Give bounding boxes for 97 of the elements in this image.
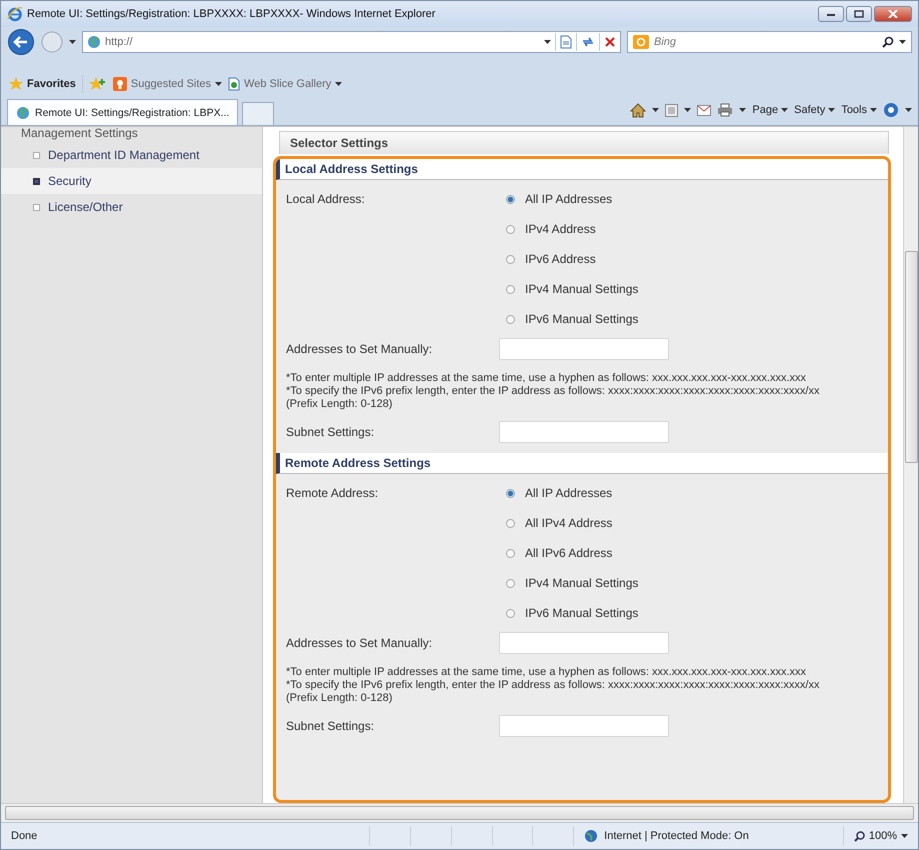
section-heading: Remote Address Settings	[276, 453, 888, 474]
add-favorite-icon[interactable]	[88, 77, 107, 91]
radio-option[interactable]: IPv6 Manual Settings	[499, 304, 638, 334]
radio-option[interactable]: All IPv4 Address	[499, 508, 638, 538]
favorites-link[interactable]: Web Slice Gallery	[228, 77, 342, 91]
page-icon[interactable]	[560, 35, 572, 49]
field-label: Addresses to Set Manually:	[286, 636, 434, 650]
search-icon[interactable]	[882, 36, 894, 48]
radio-button[interactable]	[506, 254, 515, 264]
caret-icon[interactable]	[69, 40, 76, 44]
caret-icon[interactable]	[544, 40, 551, 44]
search-input[interactable]: Bing	[654, 36, 877, 48]
radio-button[interactable]	[506, 518, 515, 528]
caret-icon[interactable]	[215, 82, 222, 86]
globe-icon	[584, 829, 598, 843]
field-label: Subnet Settings:	[286, 425, 376, 439]
radio-button[interactable]	[506, 194, 515, 204]
caret-icon[interactable]	[781, 108, 788, 112]
radio-button[interactable]	[506, 578, 515, 588]
field-label: Addresses to Set Manually:	[286, 342, 434, 356]
caret-icon[interactable]	[335, 82, 342, 86]
page-title-bar: Selector Settings	[279, 131, 889, 154]
menu-button[interactable]: Tools	[841, 104, 877, 116]
mail-icon[interactable]	[697, 104, 712, 116]
menu-button[interactable]: Page	[752, 104, 788, 116]
input-field[interactable]	[499, 715, 669, 737]
note-text: *To specify the IPv6 prefix length, enter the IP address as follows: xxxx:xxxx:xxxx:xxxx:xxxx:xxxx:xxxx:xxxx/xx (Prefix Length: 0-128)	[286, 679, 820, 705]
printer-icon[interactable]	[717, 103, 734, 117]
favorites-button[interactable]: Favorites	[9, 77, 76, 91]
radio-button[interactable]	[506, 224, 515, 234]
radio-button[interactable]	[506, 314, 515, 324]
bullet-icon	[33, 204, 40, 210]
window-title: Remote UI: Settings/Registration: LBPXXXX: LBPXXXX- Windows Internet Explorer	[27, 8, 436, 20]
caret-icon[interactable]	[901, 834, 908, 838]
input-field[interactable]	[499, 632, 669, 654]
radio-option[interactable]: All IP Addresses	[499, 184, 638, 214]
radio-option[interactable]: All IPv6 Address	[499, 538, 638, 568]
browser-tab[interactable]: Remote UI: Settings/Registration: LBPX...	[7, 99, 238, 125]
radio-option[interactable]: IPv4 Manual Settings	[499, 568, 638, 598]
note-text: *To enter multiple IP addresses at the same time, use a hyphen as follows: xxx.xxx.xxx.xxx-xxx.xxx.xxx.xxx	[286, 372, 808, 385]
minimize-icon	[826, 11, 836, 17]
bullet-icon	[33, 178, 40, 184]
input-field[interactable]	[499, 338, 669, 360]
note-text: *To specify the IPv6 prefix length, enter the IP address as follows: xxxx:xxxx:xxxx:xxxx:xxxx:xxxx:xxxx:xxxx/xx (Prefix Length: 0-128)	[286, 385, 820, 411]
menu-button[interactable]: Safety	[794, 104, 836, 116]
field-label: Subnet Settings:	[286, 719, 376, 733]
caret-icon[interactable]	[652, 108, 660, 112]
sidebar-heading: Management Settings	[21, 127, 139, 140]
vertical-scrollbar[interactable]	[903, 127, 918, 803]
globe-icon	[87, 35, 101, 49]
stop-icon[interactable]	[604, 36, 616, 48]
radio-option[interactable]: IPv6 Manual Settings	[499, 598, 638, 628]
horizontal-scrollbar[interactable]	[1, 803, 918, 822]
home-icon[interactable]	[630, 102, 646, 118]
globe-icon	[16, 106, 30, 120]
sidebar-item[interactable]: Security	[1, 168, 262, 194]
radio-option[interactable]: IPv6 Address	[499, 244, 638, 274]
browser-logo-icon	[7, 6, 23, 22]
caret-icon[interactable]	[870, 108, 877, 112]
status-text: Done	[10, 830, 38, 842]
radio-button[interactable]	[506, 548, 515, 558]
sidebar-item[interactable]: Department ID Management	[1, 142, 262, 168]
address-bar[interactable]: http://	[82, 31, 621, 53]
security-zone-text: Internet | Protected Mode: On	[604, 830, 749, 842]
note-text: *To enter multiple IP addresses at the same time, use a hyphen as follows: xxx.xxx.xxx.xxx-xxx.xxx.xxx.xxx	[286, 666, 808, 679]
input-field[interactable]	[499, 421, 669, 443]
radio-button[interactable]	[506, 608, 515, 618]
radio-button[interactable]	[506, 488, 515, 498]
favorites-link[interactable]: Suggested Sites	[112, 77, 222, 91]
web-slice-icon	[228, 77, 240, 91]
search-provider-icon	[633, 35, 649, 49]
maximize-button[interactable]	[846, 6, 872, 22]
caret-icon[interactable]	[905, 108, 912, 112]
caret-icon[interactable]	[828, 108, 836, 112]
section-heading: Local Address Settings	[276, 159, 888, 180]
field-label: Local Address:	[286, 191, 366, 206]
radio-button[interactable]	[506, 284, 515, 294]
bullet-icon	[33, 152, 40, 158]
back-button-icon[interactable]	[7, 28, 35, 56]
search-field[interactable]: Bing	[627, 31, 912, 53]
close-icon	[888, 10, 898, 18]
star-icon	[9, 77, 23, 91]
lightbulb-icon	[112, 77, 127, 91]
caret-icon[interactable]	[739, 108, 746, 112]
maximize-icon	[854, 10, 864, 18]
radio-option[interactable]: All IP Addresses	[499, 478, 638, 508]
minimize-button[interactable]	[818, 6, 844, 22]
caret-icon[interactable]	[684, 108, 692, 112]
sidebar-item[interactable]: License/Other	[1, 194, 262, 220]
field-label: Remote Address:	[286, 485, 380, 500]
caret-icon[interactable]	[899, 40, 906, 44]
refresh-icon[interactable]	[581, 36, 595, 48]
radio-option[interactable]: IPv4 Address	[499, 214, 638, 244]
magnifier-icon	[854, 830, 865, 842]
radio-option[interactable]: IPv4 Manual Settings	[499, 274, 638, 304]
zoom-button[interactable]: 100%	[842, 826, 918, 846]
close-button[interactable]	[874, 6, 912, 22]
